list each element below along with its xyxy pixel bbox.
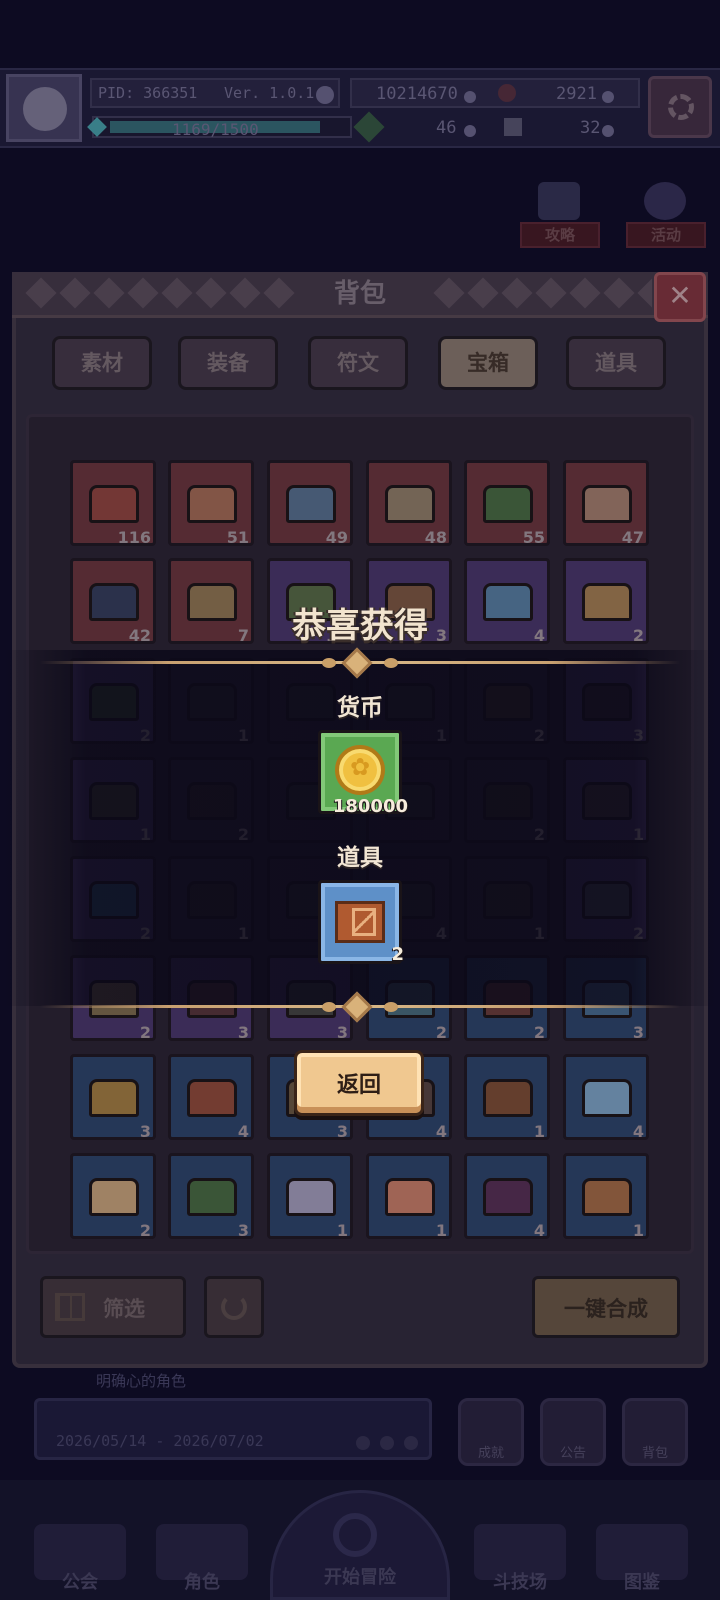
currency-quantity: 180000 [332, 796, 408, 817]
return-button[interactable]: 返回 [294, 1050, 424, 1116]
currency-heading: 货币 [337, 695, 383, 721]
item-quantity: 2 [391, 944, 404, 965]
items-heading: 道具 [337, 845, 383, 871]
wooden-crate-icon [335, 901, 385, 943]
ornament-bottom [312, 991, 408, 1023]
gold-coin-icon: ✿ [335, 745, 385, 795]
reward-title: 恭喜获得 [292, 606, 428, 646]
ornament-top [312, 647, 408, 679]
return-label: 返回 [336, 1073, 381, 1098]
